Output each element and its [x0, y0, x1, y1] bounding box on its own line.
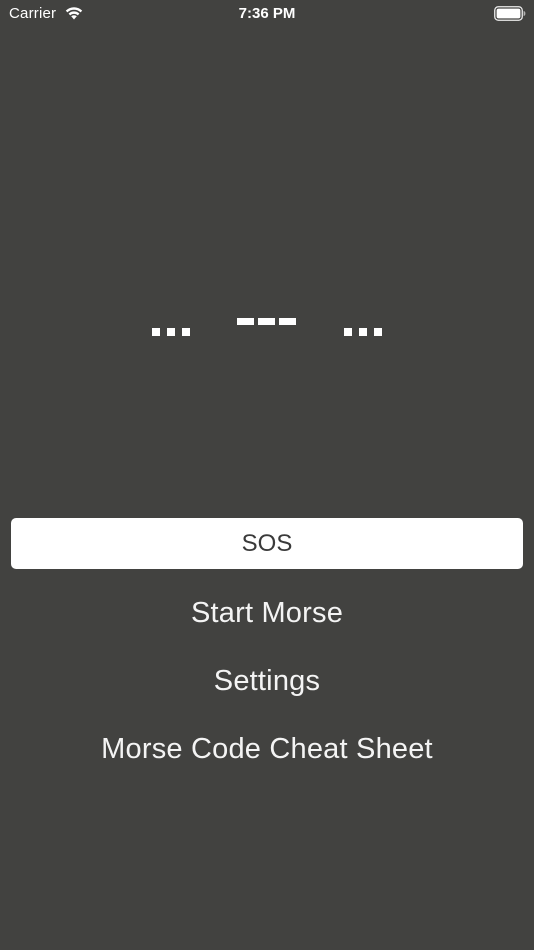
sos-button[interactable]: SOS: [11, 518, 523, 569]
morse-letter-o: [237, 318, 296, 325]
battery-icon: [494, 6, 526, 21]
cheat-sheet-button[interactable]: Morse Code Cheat Sheet: [0, 727, 534, 771]
morse-dot: [182, 328, 190, 336]
morse-dash: [237, 318, 254, 325]
start-morse-button[interactable]: Start Morse: [0, 591, 534, 635]
settings-button[interactable]: Settings: [0, 659, 534, 703]
morse-pattern: [152, 318, 382, 336]
morse-dot: [167, 328, 175, 336]
morse-dash: [258, 318, 275, 325]
morse-letter-s-2: [344, 328, 382, 336]
morse-dash: [279, 318, 296, 325]
clock-time: 7:36 PM: [238, 5, 296, 22]
morse-dot: [374, 328, 382, 336]
morse-dot: [152, 328, 160, 336]
morse-display: [0, 300, 534, 360]
morse-dot: [344, 328, 352, 336]
morse-dot: [359, 328, 367, 336]
status-bar: Carrier 7:36 PM: [0, 0, 534, 28]
morse-letter-s-1: [152, 328, 190, 336]
